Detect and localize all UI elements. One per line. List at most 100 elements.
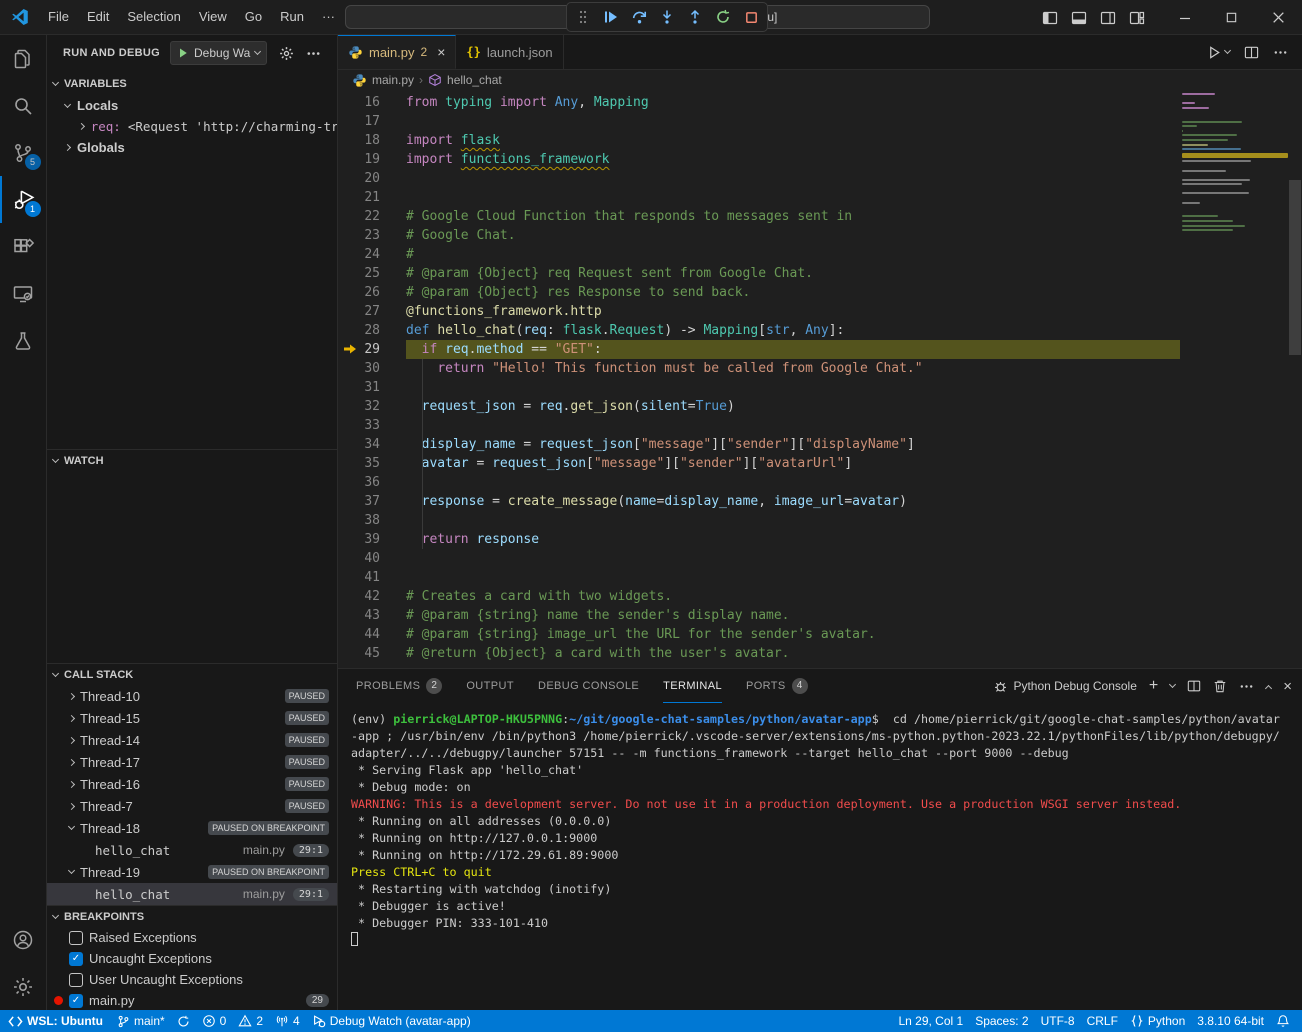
- code-line[interactable]: 28def hello_chat(req: flask.Request) -> …: [338, 321, 1302, 340]
- status-crlf[interactable]: CRLF: [1081, 1010, 1124, 1032]
- code-line[interactable]: 19import functions_framework: [338, 150, 1302, 169]
- code-line[interactable]: 29 if req.method == "GET":: [338, 340, 1302, 359]
- code-line[interactable]: 21: [338, 188, 1302, 207]
- debug-config-dropdown[interactable]: Debug Wa: [170, 41, 267, 65]
- close-panel-icon[interactable]: ×: [1283, 678, 1292, 695]
- code-editor[interactable]: 16from typing import Any, Mapping1718imp…: [338, 90, 1302, 668]
- call-stack-section-header[interactable]: CALL STACK: [47, 663, 337, 685]
- breadcrumb-item[interactable]: hello_chat: [447, 73, 502, 87]
- status-debug-watch-avatar-app[interactable]: Debug Watch (avatar-app): [306, 1010, 477, 1032]
- continue-icon[interactable]: [601, 7, 621, 27]
- code-line[interactable]: 40: [338, 549, 1302, 568]
- thread-row[interactable]: Thread-7PAUSED: [47, 795, 337, 817]
- line-number[interactable]: 20: [338, 169, 406, 188]
- variables-globals-scope[interactable]: Globals: [47, 137, 337, 158]
- drag-grip-icon[interactable]: [573, 7, 593, 27]
- editor-scrollbar[interactable]: [1288, 90, 1302, 668]
- line-number[interactable]: 44: [338, 625, 406, 644]
- stop-icon[interactable]: [741, 7, 761, 27]
- code-line[interactable]: 43# @param {string} name the sender's di…: [338, 606, 1302, 625]
- menu-[interactable]: ···: [313, 5, 344, 29]
- code-line[interactable]: 42# Creates a card with two widgets.: [338, 587, 1302, 606]
- maximize-panel-icon[interactable]: [1265, 684, 1272, 691]
- code-line[interactable]: 18import flask: [338, 131, 1302, 150]
- line-number[interactable]: 36: [338, 473, 406, 492]
- line-number[interactable]: 45: [338, 644, 406, 663]
- status-wsl-ubuntu[interactable]: WSL: Ubuntu: [0, 1010, 111, 1032]
- line-number[interactable]: 37: [338, 492, 406, 511]
- line-number[interactable]: 27: [338, 302, 406, 321]
- code-area[interactable]: 16from typing import Any, Mapping1718imp…: [338, 90, 1302, 668]
- watch-section-header[interactable]: WATCH: [47, 449, 337, 471]
- line-number[interactable]: 25: [338, 264, 406, 283]
- tab-main-py[interactable]: main.py2×: [338, 35, 456, 69]
- code-line[interactable]: 33: [338, 416, 1302, 435]
- stack-frame-row[interactable]: hello_chatmain.py29:1: [47, 839, 337, 861]
- panel-tab-output[interactable]: OUTPUT: [466, 669, 514, 703]
- status-sync[interactable]: [171, 1010, 196, 1032]
- activity-explorer[interactable]: [0, 35, 47, 82]
- code-line[interactable]: 36: [338, 473, 1302, 492]
- scrollbar-thumb[interactable]: [1289, 180, 1301, 355]
- kill-terminal-icon[interactable]: [1213, 679, 1227, 693]
- layout-customize-icon[interactable]: [1129, 10, 1145, 26]
- line-number[interactable]: 42: [338, 587, 406, 606]
- activity-testing[interactable]: [0, 317, 47, 364]
- menu-view[interactable]: View: [190, 5, 236, 29]
- breadcrumb-item[interactable]: main.py: [372, 73, 414, 87]
- code-line[interactable]: 22# Google Cloud Function that responds …: [338, 207, 1302, 226]
- line-number[interactable]: 30: [338, 359, 406, 378]
- thread-row[interactable]: Thread-15PAUSED: [47, 707, 337, 729]
- sidebar-more-actions-icon[interactable]: [306, 46, 321, 61]
- step-over-icon[interactable]: [629, 7, 649, 27]
- line-number[interactable]: 40: [338, 549, 406, 568]
- line-number[interactable]: 16: [338, 93, 406, 112]
- code-line[interactable]: 24#: [338, 245, 1302, 264]
- minimize-button[interactable]: [1161, 0, 1208, 35]
- code-line[interactable]: 34 display_name = request_json["message"…: [338, 435, 1302, 454]
- breakpoint-checkbox[interactable]: ✓: [69, 952, 83, 966]
- line-number[interactable]: 38: [338, 511, 406, 530]
- close-tab-icon[interactable]: ×: [437, 44, 445, 60]
- thread-row[interactable]: Thread-18PAUSED ON BREAKPOINT: [47, 817, 337, 839]
- panel-tab-terminal[interactable]: TERMINAL: [663, 669, 722, 703]
- line-number[interactable]: 18: [338, 131, 406, 150]
- code-line[interactable]: 17: [338, 112, 1302, 131]
- new-terminal-icon[interactable]: +: [1149, 677, 1158, 695]
- breakpoint-row[interactable]: Raised Exceptions: [47, 927, 337, 948]
- line-number[interactable]: 22: [338, 207, 406, 226]
- line-number[interactable]: 31: [338, 378, 406, 397]
- status-4[interactable]: 4: [269, 1010, 306, 1032]
- terminal-dropdown-icon[interactable]: [1169, 681, 1176, 688]
- status-ln-29-col-1[interactable]: Ln 29, Col 1: [892, 1010, 969, 1032]
- activity-run-and-debug[interactable]: 1: [0, 176, 47, 223]
- activity-source-control[interactable]: 5: [0, 129, 47, 176]
- code-line[interactable]: 45# @return {Object} a card with the use…: [338, 644, 1302, 663]
- code-line[interactable]: 44# @param {string} image_url the URL fo…: [338, 625, 1302, 644]
- thread-row[interactable]: Thread-16PAUSED: [47, 773, 337, 795]
- layout-sidebar-left-icon[interactable]: [1042, 10, 1058, 26]
- line-number[interactable]: 41: [338, 568, 406, 587]
- panel-tab-debug-console[interactable]: DEBUG CONSOLE: [538, 669, 639, 703]
- menu-run[interactable]: Run: [271, 5, 313, 29]
- split-editor-icon[interactable]: [1244, 45, 1259, 60]
- thread-row[interactable]: Thread-19PAUSED ON BREAKPOINT: [47, 861, 337, 883]
- restart-icon[interactable]: [713, 7, 733, 27]
- code-line[interactable]: 25# @param {Object} req Request sent fro…: [338, 264, 1302, 283]
- line-number[interactable]: 39: [338, 530, 406, 549]
- line-number[interactable]: 33: [338, 416, 406, 435]
- line-number[interactable]: 35: [338, 454, 406, 473]
- panel-tab-ports[interactable]: PORTS4: [746, 669, 808, 703]
- layout-sidebar-right-icon[interactable]: [1100, 10, 1116, 26]
- code-line[interactable]: 16from typing import Any, Mapping: [338, 93, 1302, 112]
- line-number[interactable]: 43: [338, 606, 406, 625]
- line-number[interactable]: 21: [338, 188, 406, 207]
- menu-go[interactable]: Go: [236, 5, 271, 29]
- code-line[interactable]: 32 request_json = req.get_json(silent=Tr…: [338, 397, 1302, 416]
- line-number[interactable]: 19: [338, 150, 406, 169]
- breakpoint-row[interactable]: User Uncaught Exceptions: [47, 969, 337, 990]
- thread-row[interactable]: Thread-17PAUSED: [47, 751, 337, 773]
- panel-more-actions-icon[interactable]: [1239, 679, 1254, 694]
- menu-edit[interactable]: Edit: [78, 5, 118, 29]
- status-spaces-2[interactable]: Spaces: 2: [969, 1010, 1034, 1032]
